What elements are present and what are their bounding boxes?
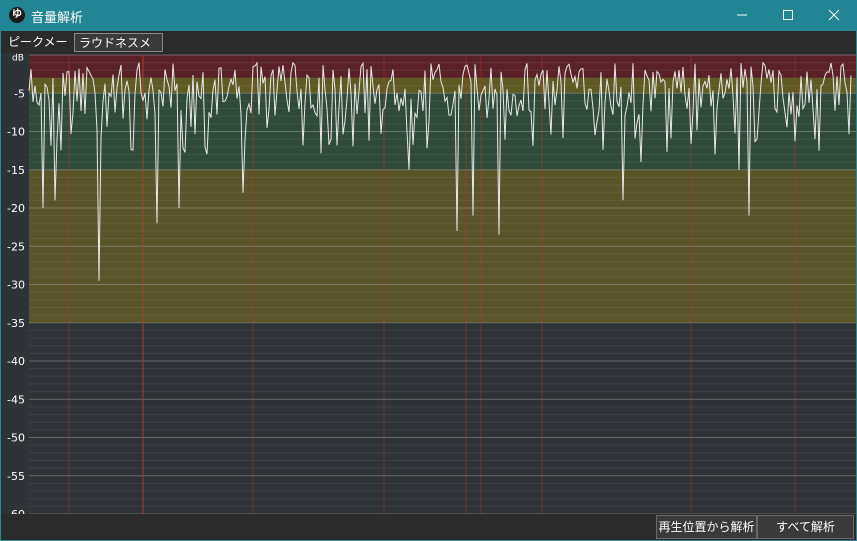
db-tick-label: -15 xyxy=(7,164,25,177)
db-tick-label: -45 xyxy=(7,393,25,406)
app-logo-icon: ゆ xyxy=(9,7,25,23)
db-tick-label: -25 xyxy=(7,240,25,253)
maximize-icon xyxy=(783,10,793,20)
window-client: ピークメーター ラウドネスメーター dB -5 -10 -15 -20 -25 -30 -35… xyxy=(1,31,856,540)
maximize-button[interactable] xyxy=(765,0,811,31)
db-tick-label: -50 xyxy=(7,432,25,445)
analyze-from-position-button[interactable]: 再生位置から解析 xyxy=(656,515,757,539)
db-tick-label: -35 xyxy=(7,317,25,330)
db-tick-label: -20 xyxy=(7,202,25,215)
grid-lines xyxy=(29,54,856,514)
zone-band-4 xyxy=(29,322,856,514)
db-tick-label: -5 xyxy=(14,87,25,100)
db-unit-label: dB xyxy=(12,54,24,64)
tab-strip: ピークメーター ラウドネスメーター xyxy=(1,31,856,69)
minimize-icon xyxy=(737,14,747,16)
close-icon xyxy=(828,9,840,21)
db-tick-label: -40 xyxy=(7,355,25,368)
db-tick-label: -55 xyxy=(7,470,25,483)
title-bar: ゆ 音量解析 xyxy=(0,0,857,31)
close-button[interactable] xyxy=(811,0,857,31)
analyze-all-button[interactable]: すべて解析 xyxy=(757,515,854,539)
action-bar: 再生位置から解析 すべて解析 xyxy=(1,514,856,540)
tab-peak-meter[interactable]: ピークメーター xyxy=(4,33,74,68)
minimize-button[interactable] xyxy=(719,0,765,31)
db-tick-label: -30 xyxy=(7,279,25,292)
window-title: 音量解析 xyxy=(31,11,84,26)
tab-loudness-meter[interactable]: ラウドネスメーター xyxy=(74,33,163,69)
db-tick-label: -10 xyxy=(7,126,25,139)
volume-meter-chart: dB-5-10-15-20-25-30-35-40-45-50-55-60 xyxy=(1,53,856,514)
